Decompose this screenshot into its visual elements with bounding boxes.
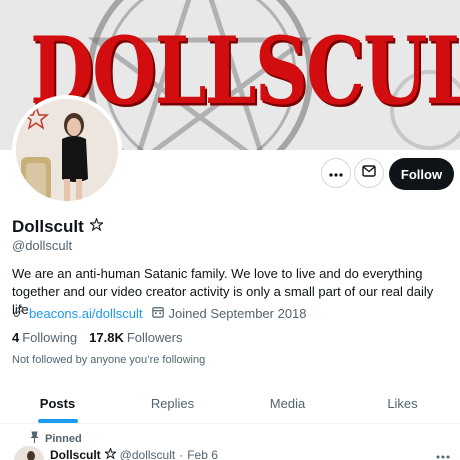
avatar-photo xyxy=(16,99,118,201)
more-dots-icon xyxy=(329,164,343,182)
following-label: Following xyxy=(22,330,78,345)
profile-handle: @dollscult xyxy=(12,238,73,253)
tab-posts[interactable]: Posts xyxy=(0,384,115,423)
pinned-indicator: Pinned xyxy=(30,431,82,446)
profile-meta: beacons.ai/dollscult Joined September 20… xyxy=(12,305,307,321)
profile-tabs: Posts Replies Media Likes xyxy=(0,384,460,424)
followers-count: 17.8K xyxy=(89,330,124,345)
link-icon xyxy=(12,305,25,321)
following-count: 4 xyxy=(12,330,20,345)
more-dots-icon xyxy=(436,446,450,460)
calendar-icon xyxy=(152,306,165,321)
pentagram-icon xyxy=(88,217,105,236)
post-author-name[interactable]: Dollscult xyxy=(50,448,101,460)
pin-icon xyxy=(30,431,39,446)
mail-icon xyxy=(362,164,376,182)
more-options-button[interactable] xyxy=(321,158,351,188)
post-separator: · xyxy=(179,448,184,460)
message-button[interactable] xyxy=(354,158,384,188)
joined-date: Joined September 2018 xyxy=(168,305,307,321)
not-followed-notice: Not followed by anyone you’re following xyxy=(12,354,206,366)
post-more-button[interactable] xyxy=(436,446,450,460)
pinned-label: Pinned xyxy=(45,432,82,445)
post-author-avatar[interactable] xyxy=(14,446,44,460)
website-link[interactable]: beacons.ai/dollscult xyxy=(29,306,142,321)
follow-stats: 4 Following 17.8K Followers xyxy=(12,330,182,345)
followers-label: Followers xyxy=(126,330,183,345)
following-link[interactable]: 4 Following xyxy=(12,330,77,345)
pentagram-icon xyxy=(103,447,117,460)
profile-avatar[interactable] xyxy=(12,95,122,205)
profile-name-row: Dollscult xyxy=(12,217,105,237)
followers-link[interactable]: 17.8K Followers xyxy=(89,330,182,345)
post-header: Dollscult @dollscult · Feb 6 xyxy=(50,447,218,460)
tab-media[interactable]: Media xyxy=(230,384,345,423)
tab-replies[interactable]: Replies xyxy=(115,384,230,423)
post-date[interactable]: Feb 6 xyxy=(187,448,218,460)
post-author-handle: @dollscult xyxy=(119,448,176,460)
follow-button[interactable]: Follow xyxy=(389,158,454,190)
display-name: Dollscult xyxy=(12,217,84,236)
tab-likes[interactable]: Likes xyxy=(345,384,460,423)
